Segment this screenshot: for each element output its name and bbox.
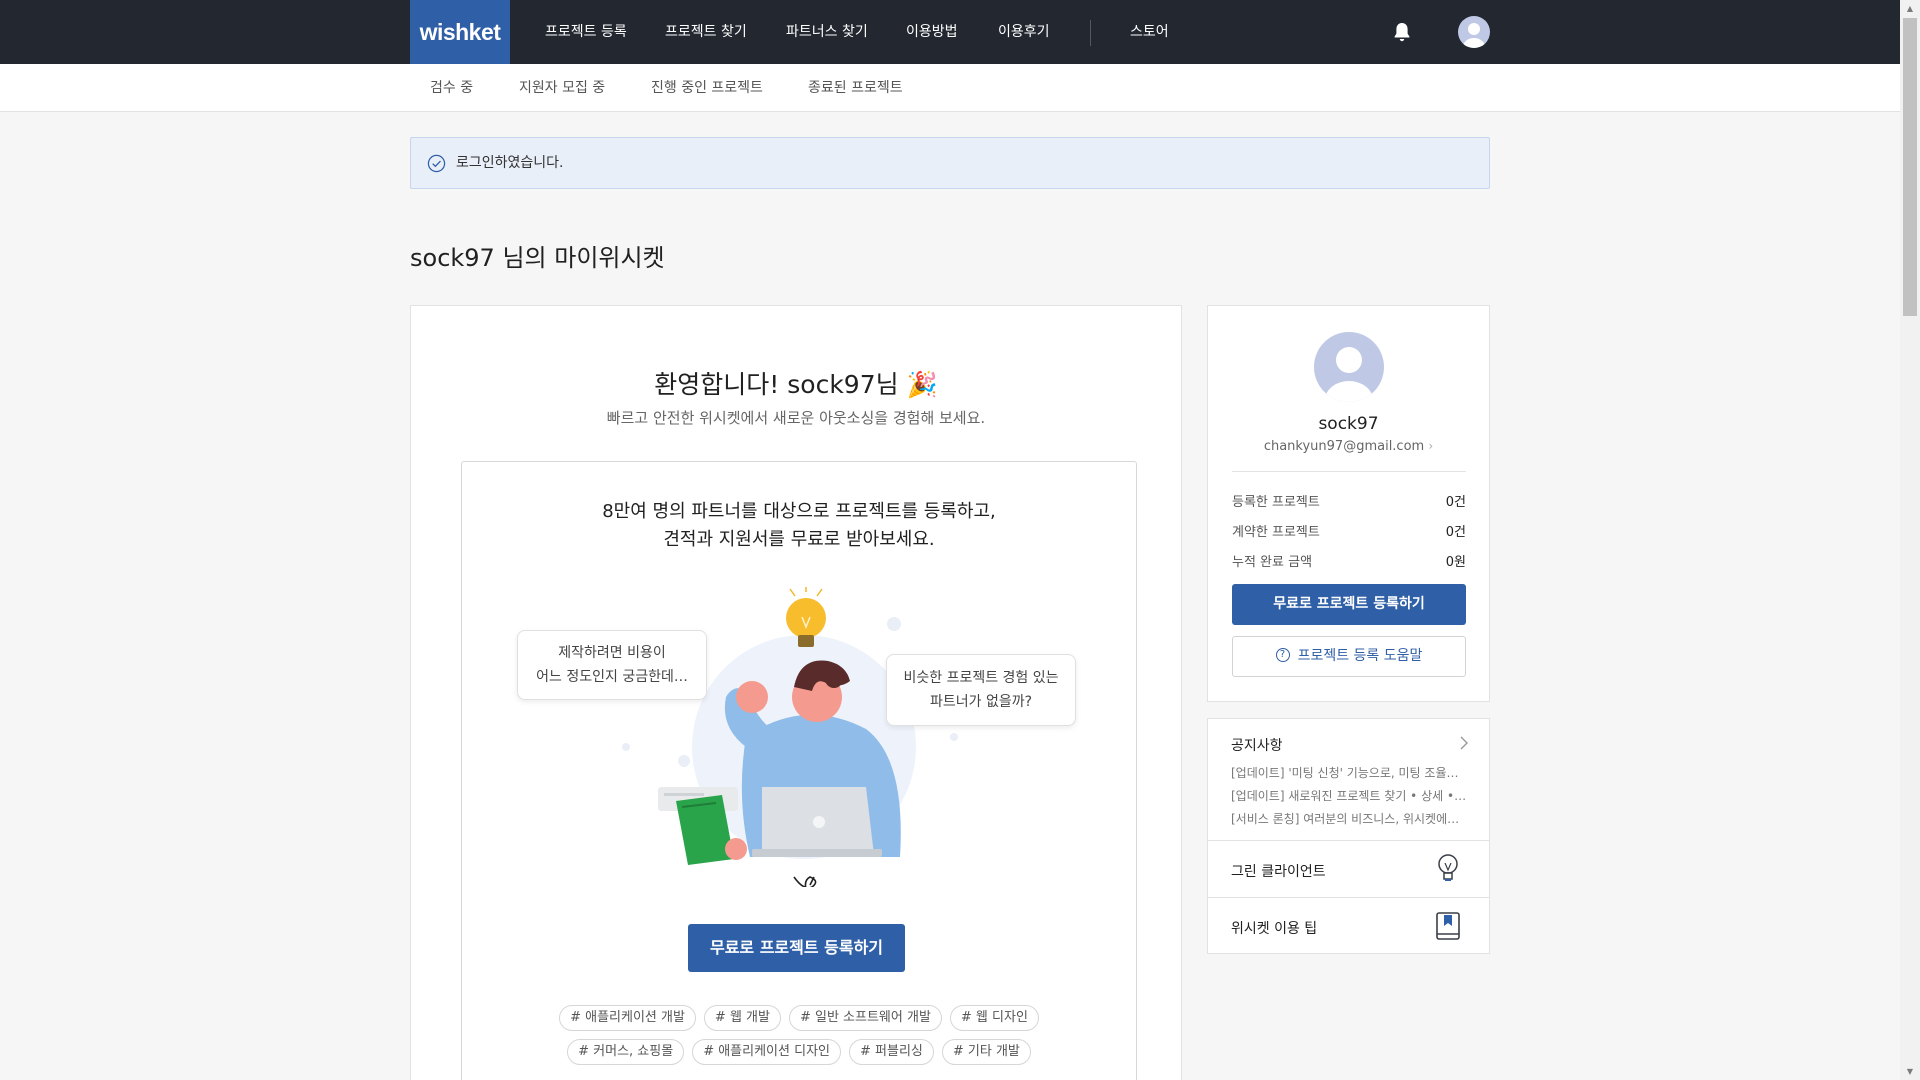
- subnav-completed[interactable]: 종료된 프로젝트: [808, 64, 903, 112]
- nav-store[interactable]: 스토어: [1130, 0, 1169, 64]
- stat-label: 등록한 프로젝트: [1232, 495, 1320, 510]
- usage-tips-link[interactable]: 위시켓 이용 팁: [1231, 918, 1317, 938]
- user-silhouette-icon: [1463, 23, 1485, 48]
- question-icon: ?: [1275, 648, 1290, 662]
- subnav-in-progress[interactable]: 진행 중인 프로젝트: [651, 64, 763, 112]
- stat-value: 0건: [1445, 525, 1466, 540]
- scroll-thumb[interactable]: [1903, 18, 1917, 316]
- welcome-title: 환영합니다! sock97님 🎉: [654, 370, 938, 399]
- stat-label: 계약한 프로젝트: [1232, 525, 1320, 540]
- divider: [1208, 840, 1489, 841]
- subnav-under-review[interactable]: 검수 중: [430, 64, 473, 112]
- speech-bubble-partner: 비슷한 프로젝트 경험 있는 파트너가 없을까?: [886, 654, 1076, 726]
- bubble-partner-line-1: 비슷한 프로젝트 경험 있는: [903, 670, 1059, 686]
- book-icon: [1436, 912, 1460, 940]
- nav-partners-find[interactable]: 파트너스 찾기: [786, 0, 868, 64]
- promo-line-1: 8만여 명의 파트너를 대상으로 프로젝트를 등록하고,: [602, 501, 996, 522]
- alert-text: 로그인하였습니다.: [456, 155, 564, 171]
- stat-label: 누적 완료 금액: [1232, 555, 1313, 570]
- nav-project-find[interactable]: 프로젝트 찾기: [665, 0, 747, 64]
- help-button-label: 프로젝트 등록 도움말: [1297, 648, 1423, 664]
- sub-navigation: 검수 중 지원자 모집 중 진행 중인 프로젝트 종료된 프로젝트: [0, 64, 1900, 112]
- wishket-logo[interactable]: wishket: [410, 0, 510, 64]
- register-project-free-button[interactable]: 무료로 프로젝트 등록하기: [688, 924, 905, 972]
- tag-software-dev[interactable]: # 일반 소프트웨어 개발: [788, 1005, 942, 1031]
- notice-item[interactable]: [업데이트] '미팅 신청' 기능으로, 미팅 조율이 쉬워졌어요: [1231, 764, 1468, 781]
- nav-how-to-use[interactable]: 이용방법: [906, 0, 958, 64]
- register-help-button[interactable]: ? 프로젝트 등록 도움말: [1232, 636, 1466, 677]
- tag-app-design[interactable]: # 애플리케이션 디자인: [692, 1039, 841, 1065]
- page-scrollbar[interactable]: ▲ ▼: [1900, 0, 1920, 1080]
- nav-project-register[interactable]: 프로젝트 등록: [545, 0, 627, 64]
- tag-row: # 애플리케이션 개발 # 웹 개발 # 일반 소프트웨어 개발 # 웹 디자인: [462, 1005, 1136, 1031]
- scroll-down-icon[interactable]: ▼: [1900, 1063, 1920, 1080]
- login-alert: 로그인하였습니다.: [410, 137, 1490, 189]
- avatar[interactable]: [1458, 16, 1490, 48]
- bell-icon[interactable]: [1390, 20, 1414, 44]
- stat-registered: 등록한 프로젝트 0건: [1232, 491, 1466, 511]
- stat-value: 0건: [1445, 495, 1466, 510]
- promo-text: 8만여 명의 파트너를 대상으로 프로젝트를 등록하고, 견적과 지원서를 무료…: [462, 498, 1136, 554]
- notice-card: 공지사항 [업데이트] '미팅 신청' 기능으로, 미팅 조율이 쉬워졌어요 […: [1207, 718, 1490, 954]
- bubble-cost-line-1: 제작하려면 비용이: [558, 645, 666, 661]
- page-title: sock97 님의 마이위시켓: [410, 244, 665, 272]
- top-navigation: wishket 프로젝트 등록 프로젝트 찾기 파트너스 찾기 이용방법 이용후…: [0, 0, 1900, 64]
- notice-item[interactable]: [서비스 론칭] 여러분의 비즈니스, 위시켓에서 성장하세요: [1231, 810, 1468, 827]
- profile-name: sock97: [1318, 414, 1379, 434]
- chevron-right-icon[interactable]: [1458, 735, 1470, 751]
- divider: [1208, 897, 1489, 898]
- user-silhouette-icon: [1325, 347, 1373, 402]
- tag-row: # 커머스, 쇼핑몰 # 애플리케이션 디자인 # 퍼블리싱 # 기타 개발: [462, 1039, 1136, 1065]
- subnav-recruiting[interactable]: 지원자 모집 중: [519, 64, 605, 112]
- green-client-link[interactable]: 그린 클라이언트: [1231, 861, 1326, 881]
- bubble-cost-line-2: 어느 정도인지 궁금한데…: [536, 669, 688, 685]
- promo-box: 8만여 명의 파트너를 대상으로 프로젝트를 등록하고, 견적과 지원서를 무료…: [461, 461, 1137, 1080]
- promo-line-2: 견적과 지원서를 무료로 받아보세요.: [663, 529, 935, 550]
- scroll-up-icon[interactable]: ▲: [1900, 0, 1920, 17]
- register-project-button[interactable]: 무료로 프로젝트 등록하기: [1232, 584, 1466, 625]
- divider: [1232, 471, 1466, 472]
- chevron-right-icon: ›: [1428, 439, 1434, 453]
- lightbulb-icon: [1438, 854, 1458, 881]
- stat-total-amount: 누적 완료 금액 0원: [1232, 551, 1466, 571]
- tag-app-dev[interactable]: # 애플리케이션 개발: [559, 1005, 696, 1031]
- profile-email-link[interactable]: chankyun97@gmail.com ›: [1208, 439, 1489, 454]
- check-circle-icon: [427, 154, 446, 173]
- profile-avatar: [1314, 332, 1384, 402]
- tag-web-design[interactable]: # 웹 디자인: [949, 1005, 1039, 1031]
- nav-divider: [1090, 20, 1091, 46]
- notice-item[interactable]: [업데이트] 새로워진 프로젝트 찾기 • 상세 • 지원 페이지: [1231, 787, 1468, 804]
- profile-email: chankyun97@gmail.com: [1263, 439, 1425, 454]
- tag-other-dev[interactable]: # 기타 개발: [941, 1039, 1031, 1065]
- bubble-partner-line-2: 파트너가 없을까?: [929, 694, 1033, 710]
- welcome-card: 환영합니다! sock97님 🎉 빠르고 안전한 위시켓에서 새로운 아웃소싱을…: [410, 305, 1182, 1080]
- welcome-subtitle: 빠르고 안전한 위시켓에서 새로운 아웃소싱을 경험해 보세요.: [606, 409, 986, 427]
- tag-commerce[interactable]: # 커머스, 쇼핑몰: [567, 1039, 685, 1065]
- category-tags: # 애플리케이션 개발 # 웹 개발 # 일반 소프트웨어 개발 # 웹 디자인…: [462, 1005, 1136, 1073]
- notice-title[interactable]: 공지사항: [1231, 735, 1283, 755]
- stat-value: 0원: [1445, 555, 1466, 570]
- nav-reviews[interactable]: 이용후기: [998, 0, 1050, 64]
- tag-web-dev[interactable]: # 웹 개발: [703, 1005, 781, 1031]
- profile-card: sock97 chankyun97@gmail.com › 등록한 프로젝트 0…: [1207, 305, 1490, 702]
- speech-bubble-cost: 제작하려면 비용이 어느 정도인지 궁금한데…: [517, 630, 707, 700]
- stat-contracted: 계약한 프로젝트 0건: [1232, 521, 1466, 541]
- tag-publishing[interactable]: # 퍼블리싱: [849, 1039, 934, 1065]
